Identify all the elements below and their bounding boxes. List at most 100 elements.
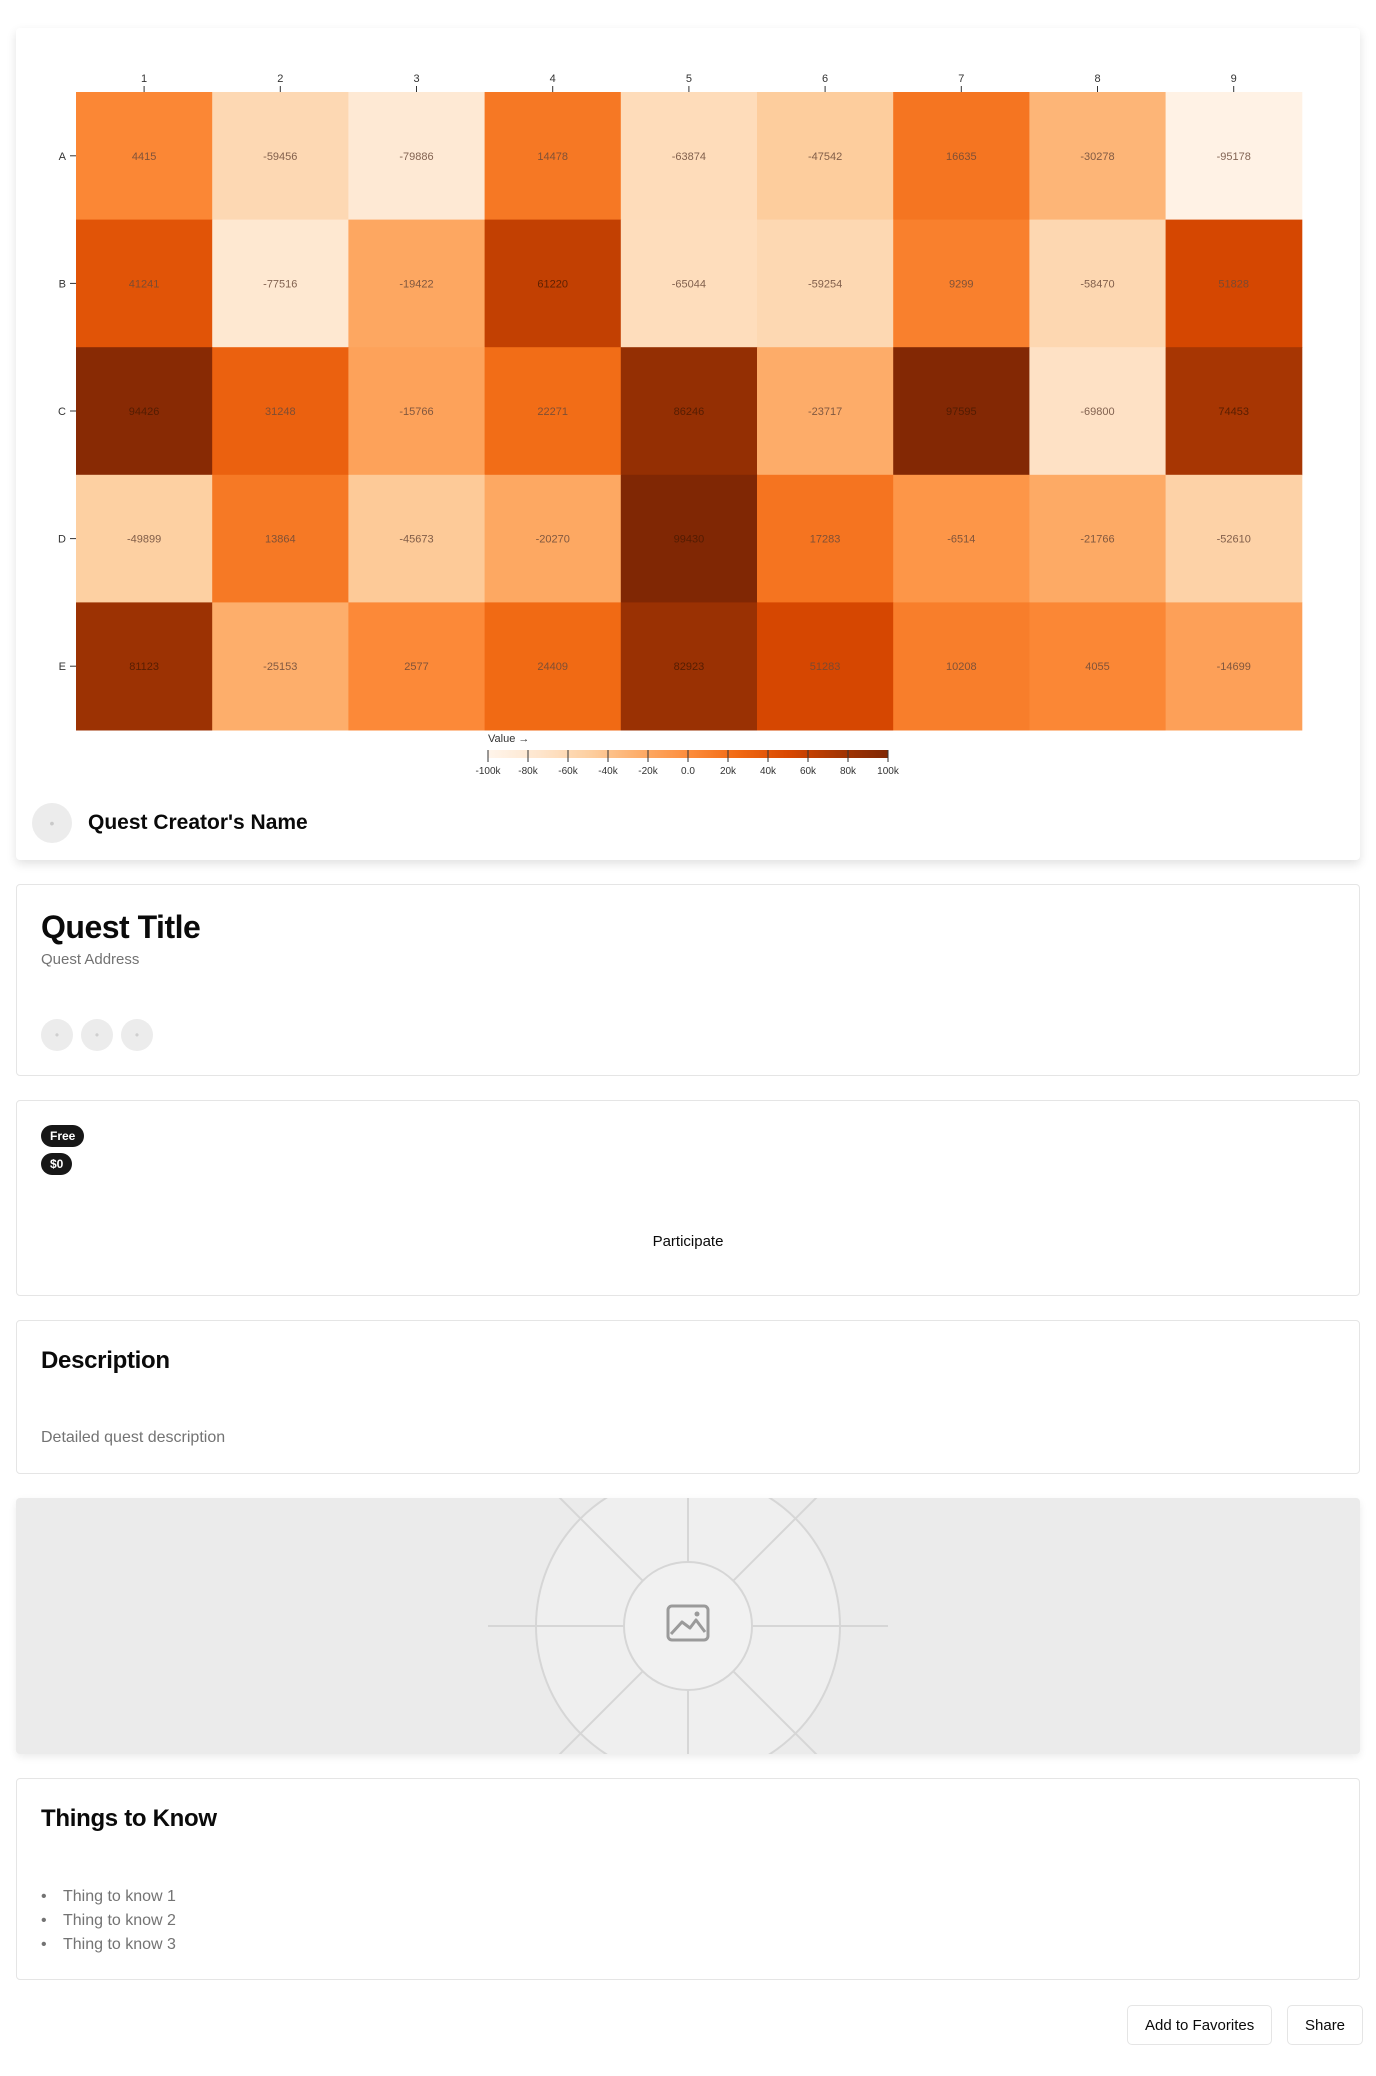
heatmap-cell-label: 97595 bbox=[946, 406, 977, 418]
creator-name[interactable]: Quest Creator's Name bbox=[88, 811, 308, 835]
x-tick-label: 8 bbox=[1094, 73, 1100, 85]
heatmap-cell-label: 81123 bbox=[129, 661, 159, 673]
heatmap-cell-label: 24409 bbox=[537, 661, 568, 673]
x-tick-label: 4 bbox=[550, 73, 556, 85]
heatmap-cell-label: 16635 bbox=[946, 151, 977, 163]
legend-tick-label: 40k bbox=[760, 766, 777, 777]
list-item: Thing to know 2 bbox=[41, 1909, 176, 1933]
price-badge: $0 bbox=[41, 1153, 73, 1175]
participate-button[interactable]: Participate bbox=[17, 1233, 1359, 1250]
add-to-favorites-button[interactable]: Add to Favorites bbox=[1127, 2005, 1273, 2045]
x-tick-label: 6 bbox=[822, 73, 828, 85]
x-tick-label: 5 bbox=[686, 73, 692, 85]
heatmap-cell-label: 51828 bbox=[1218, 278, 1249, 290]
quest-title: Quest Title bbox=[41, 909, 201, 945]
heatmap-cell-label: 4055 bbox=[1085, 661, 1109, 673]
heatmap-cell-label: 51283 bbox=[810, 661, 841, 673]
quest-header-card: Quest Title Quest Address • • • bbox=[16, 884, 1360, 1076]
heatmap-cell-label: 4415 bbox=[132, 151, 156, 163]
heatmap-cell-label: -59254 bbox=[808, 278, 842, 290]
heatmap-cell-label: -19422 bbox=[399, 278, 433, 290]
creator-row[interactable]: • Quest Creator's Name bbox=[32, 803, 308, 843]
heatmap-cell-label: 74453 bbox=[1218, 406, 1249, 418]
x-tick-label: 7 bbox=[958, 73, 964, 85]
share-button[interactable]: Share bbox=[1287, 2005, 1364, 2045]
quest-icon-row: • • • bbox=[41, 1019, 153, 1051]
y-tick-label: E bbox=[59, 661, 66, 673]
heatmap-cell-label: 86246 bbox=[674, 406, 705, 418]
pricing-card: Free $0 Participate bbox=[16, 1100, 1360, 1296]
heatmap-card: 4415 -59456 -79886 14478 -63874 -47542 16635 -3… bbox=[16, 28, 1360, 860]
heatmap-cell-label: 94426 bbox=[129, 406, 160, 418]
heatmap-cell-label: -25153 bbox=[263, 661, 297, 673]
heatmap-cell-label: 22271 bbox=[537, 406, 568, 418]
legend-title: Value → bbox=[488, 733, 529, 745]
image-placeholder-graphic bbox=[488, 1498, 888, 1754]
things-to-know-card: Things to Know Thing to know 1 Thing to … bbox=[16, 1778, 1360, 1980]
y-tick-label: D bbox=[58, 534, 66, 546]
x-tick-label: 3 bbox=[413, 73, 419, 85]
things-to-know-heading: Things to Know bbox=[41, 1805, 217, 1832]
heatmap-cell-label: -58470 bbox=[1080, 278, 1114, 290]
heatmap-cell-label: -14699 bbox=[1217, 661, 1251, 673]
heatmap-cell-label: 14478 bbox=[537, 151, 568, 163]
heatmap-cell-label: -30278 bbox=[1080, 151, 1114, 163]
legend-tick-label: 20k bbox=[720, 766, 737, 777]
heatmap-cell-label: 41241 bbox=[129, 278, 160, 290]
legend-tick-label: -100k bbox=[475, 766, 501, 777]
heatmap-cell-label: 10208 bbox=[946, 661, 977, 673]
x-tick-label: 9 bbox=[1231, 73, 1237, 85]
heatmap-cell-label: -45673 bbox=[399, 534, 433, 546]
x-tick-label: 1 bbox=[141, 73, 147, 85]
heatmap-cell-label: 17283 bbox=[810, 534, 841, 546]
quest-image-placeholder bbox=[16, 1498, 1360, 1754]
heatmap-cell-label: -79886 bbox=[399, 151, 433, 163]
tag-icon[interactable]: • bbox=[41, 1019, 73, 1051]
heatmap-cell-label: 31248 bbox=[265, 406, 296, 418]
legend-tick-label: -40k bbox=[598, 766, 618, 777]
legend-tick-label: 80k bbox=[840, 766, 857, 777]
heatmap-cell-label: 9299 bbox=[949, 278, 973, 290]
y-tick-label: C bbox=[58, 406, 66, 418]
heatmap-cell-label: -52610 bbox=[1217, 534, 1251, 546]
legend-tick-label: 0.0 bbox=[681, 766, 695, 777]
description-heading: Description bbox=[41, 1347, 170, 1374]
heatmap-cell-label: -77516 bbox=[263, 278, 297, 290]
heatmap-cell-label: 61220 bbox=[537, 278, 568, 290]
y-tick-label: B bbox=[59, 278, 66, 290]
heatmap-chart: 4415 -59456 -79886 14478 -63874 -47542 16635 -3… bbox=[58, 73, 1303, 777]
quest-address: Quest Address bbox=[41, 951, 140, 968]
heatmap-cell-label: -59456 bbox=[263, 151, 297, 163]
heatmap-cell-label: -95178 bbox=[1217, 151, 1251, 163]
tag-icon[interactable]: • bbox=[121, 1019, 153, 1051]
heatmap-cell-label: -63874 bbox=[672, 151, 706, 163]
heatmap-cell-label: -69800 bbox=[1080, 406, 1114, 418]
heatmap-cell-label: 99430 bbox=[674, 534, 705, 546]
heatmap-cell-label: -47542 bbox=[808, 151, 842, 163]
y-tick-label: A bbox=[59, 151, 67, 163]
user-avatar-icon: • bbox=[32, 803, 72, 843]
heatmap-cell-label: -49899 bbox=[127, 534, 161, 546]
heatmap-cell-label: -15766 bbox=[399, 406, 433, 418]
heatmap-cell-label: -21766 bbox=[1080, 534, 1114, 546]
free-badge: Free bbox=[41, 1125, 85, 1147]
heatmap-cell-label: 2577 bbox=[404, 661, 428, 673]
heatmap-cell-label: -23717 bbox=[808, 406, 842, 418]
heatmap-cell-label: -20270 bbox=[536, 534, 570, 546]
list-item: Thing to know 1 bbox=[41, 1885, 176, 1909]
legend-tick-label: -20k bbox=[638, 766, 658, 777]
heatmap-cell-label: 82923 bbox=[674, 661, 705, 673]
list-item: Thing to know 3 bbox=[41, 1933, 176, 1957]
tag-icon[interactable]: • bbox=[81, 1019, 113, 1051]
description-text: Detailed quest description bbox=[41, 1429, 226, 1446]
legend-tick-label: -80k bbox=[518, 766, 538, 777]
things-to-know-list: Thing to know 1 Thing to know 2 Thing to… bbox=[41, 1885, 176, 1957]
legend-tick-label: -60k bbox=[558, 766, 578, 777]
legend-tick-label: 100k bbox=[877, 766, 900, 777]
legend-tick-label: 60k bbox=[800, 766, 817, 777]
heatmap-cell-label: 13864 bbox=[265, 534, 296, 546]
heatmap-cell-label: -6514 bbox=[947, 534, 975, 546]
heatmap-cell-label: -65044 bbox=[672, 278, 706, 290]
description-card: Description Detailed quest description bbox=[16, 1320, 1360, 1474]
x-tick-label: 2 bbox=[277, 73, 283, 85]
